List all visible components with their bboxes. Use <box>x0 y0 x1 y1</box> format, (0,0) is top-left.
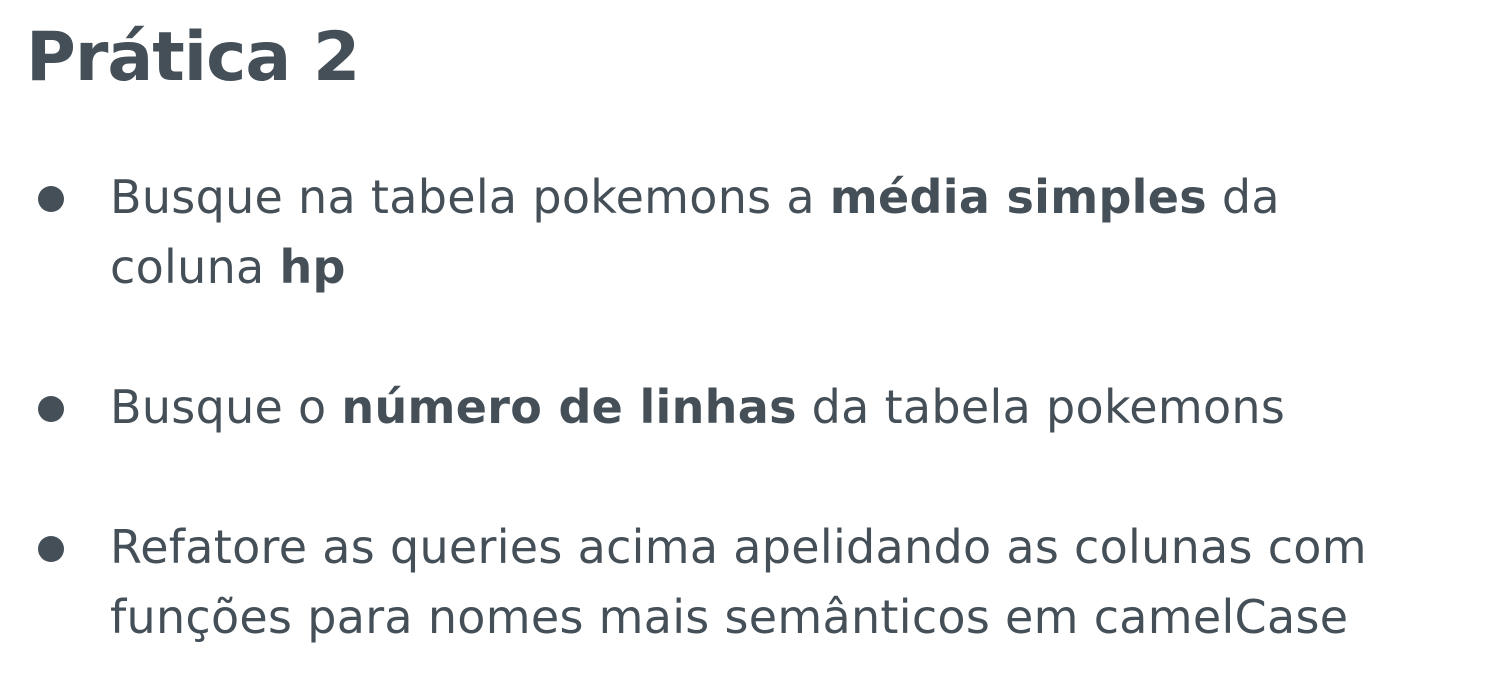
bold-text: hp <box>279 240 346 294</box>
bullet-dot-icon <box>38 186 64 212</box>
text-segment: Busque na tabela pokemons a <box>110 170 830 224</box>
bullet-line: coluna hp <box>110 232 1490 302</box>
text-segment: da tabela pokemons <box>796 380 1286 434</box>
text-segment: da <box>1206 170 1280 224</box>
bullet-line: funções para nomes mais semânticos em ca… <box>110 582 1490 652</box>
bold-text: número de linhas <box>341 380 797 434</box>
page-title: Prática 2 <box>26 18 360 97</box>
text-segment: Busque o <box>110 380 342 434</box>
bullet-line: Refatore as queries acima apelidando as … <box>110 512 1490 582</box>
text-segment: Refatore as queries acima apelidando as … <box>110 520 1367 574</box>
text-segment: funções para nomes mais semânticos em ca… <box>110 590 1349 644</box>
bullet-line: Busque na tabela pokemons a média simple… <box>110 162 1490 232</box>
bullet-line: Busque o número de linhas da tabela poke… <box>110 372 1490 442</box>
bold-text: média simples <box>829 170 1207 224</box>
text-segment: coluna <box>110 240 280 294</box>
bullet-text: Refatore as queries acima apelidando as … <box>110 512 1490 652</box>
bullet-dot-icon <box>38 396 64 422</box>
bullet-text: Busque o número de linhas da tabela poke… <box>110 372 1490 442</box>
bullet-dot-icon <box>38 536 64 562</box>
bullet-text: Busque na tabela pokemons a média simple… <box>110 162 1490 302</box>
